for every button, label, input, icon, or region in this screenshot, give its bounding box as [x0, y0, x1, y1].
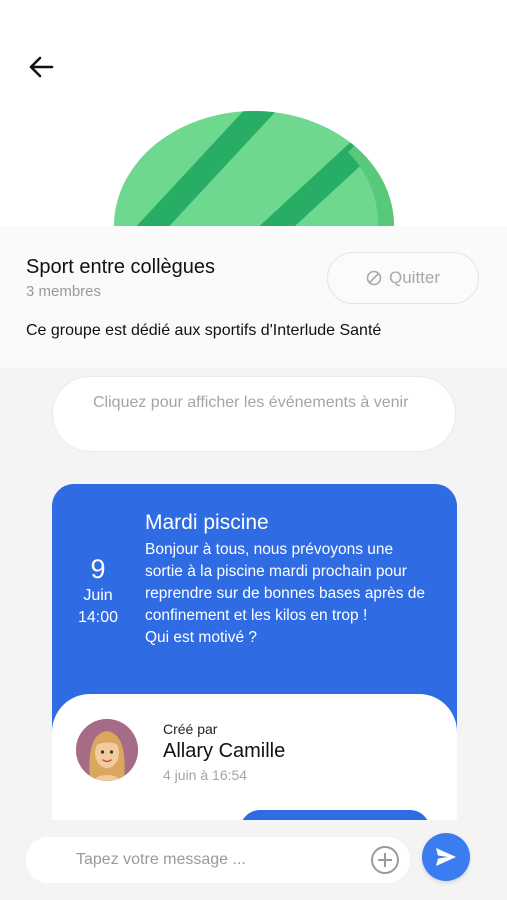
block-icon [366, 270, 382, 286]
back-button[interactable] [26, 52, 56, 82]
created-by-label: Créé par [163, 721, 218, 737]
event-title: Mardi piscine [145, 511, 269, 534]
event-description: Bonjour à tous, nous prévoyons une sorti… [145, 541, 426, 646]
send-button[interactable] [422, 833, 470, 881]
group-description: Ce groupe est dédié aux sportifs d'Inter… [26, 322, 382, 339]
event-creator-panel: Créé par Allary Camille 4 juin à 16:54 [52, 694, 457, 829]
avatar [76, 719, 138, 781]
member-count: 3 membres [26, 283, 102, 300]
group-banner-image [0, 0, 507, 226]
created-date: 4 juin à 16:54 [163, 767, 248, 783]
message-field[interactable] [26, 837, 410, 883]
group-name: Sport entre collègues [26, 256, 216, 278]
event-card[interactable]: 9 Juin 14:00 Mardi piscine Bonjour à tou… [52, 484, 457, 829]
event-time: 14:00 [77, 609, 119, 626]
quit-label: Quitter [388, 268, 441, 287]
event-month: Juin [83, 587, 113, 604]
send-icon [436, 848, 456, 866]
add-attachment-button[interactable] [369, 844, 401, 876]
plus-circle-icon [371, 846, 399, 874]
quit-group-button[interactable]: Quitter [327, 252, 479, 304]
show-events-button[interactable]: Cliquez pour afficher les événements à v… [52, 376, 456, 452]
creator-name: Allary Camille [163, 740, 286, 762]
event-day: 9 [90, 554, 106, 584]
arrow-left-icon [29, 56, 54, 78]
message-input[interactable] [76, 837, 356, 883]
